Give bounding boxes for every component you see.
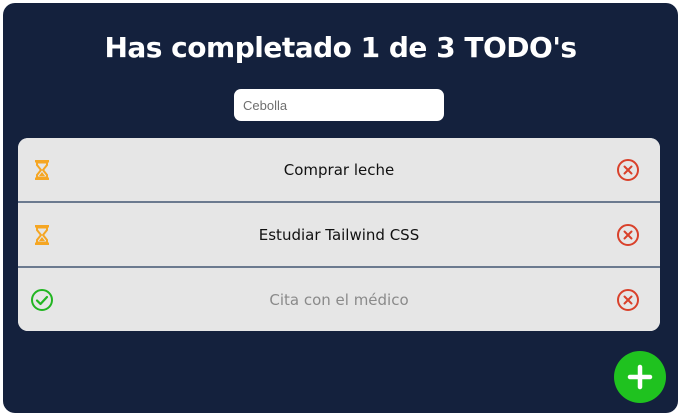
add-todo-button[interactable] bbox=[614, 351, 666, 403]
todo-text: Cita con el médico bbox=[269, 290, 409, 309]
plus-icon bbox=[627, 364, 653, 390]
app-card: Has completado 1 de 3 TODO's Comprar lec… bbox=[3, 3, 678, 413]
todo-item: Comprar leche bbox=[18, 138, 660, 203]
x-circle-icon[interactable] bbox=[616, 223, 640, 247]
todo-text: Estudiar Tailwind CSS bbox=[258, 225, 420, 244]
x-circle-icon[interactable] bbox=[616, 158, 640, 182]
page-title: Has completado 1 de 3 TODO's bbox=[104, 31, 577, 64]
todo-list: Comprar leche Estudiar Tailwind CSS Cita… bbox=[18, 138, 660, 331]
todo-item: Estudiar Tailwind CSS bbox=[18, 203, 660, 268]
todo-text: Comprar leche bbox=[283, 160, 395, 179]
search-input[interactable] bbox=[234, 89, 444, 121]
todo-item: Cita con el médico bbox=[18, 268, 660, 331]
x-circle-icon[interactable] bbox=[616, 288, 640, 312]
